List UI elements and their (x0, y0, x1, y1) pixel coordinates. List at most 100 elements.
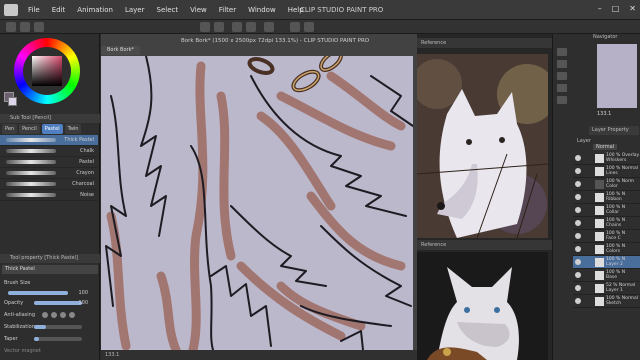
brush-item[interactable]: Pastel (0, 157, 98, 168)
brush-item[interactable]: Crayon (0, 168, 98, 179)
blend-mode-select[interactable]: Normal (593, 144, 618, 150)
visibility-eye-icon[interactable] (575, 168, 581, 174)
opacity-value[interactable]: 100 (78, 298, 88, 308)
panel-toggle-icon[interactable] (557, 84, 567, 92)
wolf-eye (499, 137, 505, 143)
minimize-icon[interactable]: – (598, 4, 602, 13)
panel-toggle-icon[interactable] (557, 48, 567, 56)
visibility-eye-icon[interactable] (575, 220, 581, 226)
subtool-tabs: Pen Pencil Pastel Twin (0, 123, 100, 135)
maximize-icon[interactable]: □ (612, 4, 620, 13)
tab-pen[interactable]: Pen (2, 124, 18, 134)
layer-row[interactable]: 100 % Normal Sketch (573, 295, 640, 308)
snap-icon[interactable] (290, 22, 300, 32)
reference-header-1: Reference (417, 38, 552, 48)
antialias-options[interactable] (42, 312, 75, 318)
reference-image-wolf-render[interactable] (417, 252, 548, 360)
clear-icon[interactable] (232, 22, 242, 32)
tab-pastel[interactable]: Pastel (41, 124, 63, 134)
navigator-thumbnail[interactable] (597, 44, 637, 108)
visibility-eye-icon[interactable] (575, 233, 581, 239)
brush-item[interactable]: Chalk (0, 146, 98, 157)
layer-row[interactable]: 100 % N Layer 2 (573, 256, 640, 269)
navigator-zoom[interactable]: 133.1 (597, 111, 611, 117)
brush-size-label: Brush Size (4, 280, 31, 286)
visibility-eye-icon[interactable] (575, 207, 581, 213)
panel-toggle-icon[interactable] (557, 60, 567, 68)
brush-stroke-preview (6, 182, 56, 186)
menu-filter[interactable]: Filter (213, 6, 242, 14)
brush-item[interactable]: Noise (0, 190, 98, 201)
render-wolf-eye (494, 307, 500, 313)
brush-item[interactable]: Charcoal (0, 179, 98, 190)
close-icon[interactable]: ✕ (629, 4, 636, 13)
new-file-icon[interactable] (6, 22, 16, 32)
color-wheel[interactable] (14, 38, 80, 104)
visibility-eye-icon[interactable] (575, 272, 581, 278)
layer-row[interactable]: 100 % N Ribbon (573, 191, 640, 204)
panel-toggle-icon[interactable] (557, 96, 567, 104)
visibility-eye-icon[interactable] (575, 155, 581, 161)
visibility-eye-icon[interactable] (575, 181, 581, 187)
reference-image-wolf-photo[interactable] (417, 54, 548, 238)
menu-window[interactable]: Window (242, 6, 282, 14)
menu-view[interactable]: View (184, 6, 213, 14)
layer-row[interactable]: 100 % Overlay Whiskers (573, 152, 640, 165)
tab-twin[interactable]: Twin (64, 124, 82, 134)
menu-edit[interactable]: Edit (46, 6, 72, 14)
ruler-icon[interactable] (304, 22, 314, 32)
redo-icon[interactable] (214, 22, 224, 32)
layer-row[interactable]: 100 % N Base (573, 269, 640, 282)
brush-stroke-preview (6, 193, 56, 197)
brush-item[interactable]: Thick Pastel (0, 135, 98, 146)
visibility-eye-icon[interactable] (575, 298, 581, 304)
opacity-slider[interactable] (34, 301, 82, 305)
right-panel: Navigator 133.1 Layer Property Layer Nor… (552, 34, 640, 360)
layer-row[interactable]: 100 % N Collar (573, 204, 640, 217)
layer-row[interactable]: 100 % N Face C (573, 230, 640, 243)
sub-color-swatch[interactable] (8, 97, 17, 106)
taper-slider[interactable] (34, 337, 82, 341)
open-file-icon[interactable] (20, 22, 30, 32)
undo-icon[interactable] (200, 22, 210, 32)
antialias-none-icon[interactable] (42, 312, 48, 318)
stabilization-slider[interactable] (34, 325, 82, 329)
fill-icon[interactable] (246, 22, 256, 32)
antialias-weak-icon[interactable] (51, 312, 57, 318)
menu-file[interactable]: File (22, 6, 46, 14)
taper-label: Taper (4, 336, 18, 342)
tool-property-title: Thick Pastel (2, 265, 98, 274)
layer-row[interactable]: 100 % N Chains (573, 217, 640, 230)
brush-stroke-preview (6, 138, 56, 142)
brush-size-slider[interactable] (8, 291, 68, 295)
visibility-eye-icon[interactable] (575, 246, 581, 252)
saturation-square[interactable] (32, 56, 62, 86)
layer-row[interactable]: 100 % N Colors (573, 243, 640, 256)
menu-animation[interactable]: Animation (71, 6, 119, 14)
canvas-area: Bork Bork* (1500 x 2500px 72dpi 133.1%) … (101, 34, 417, 360)
brush-size-value[interactable]: 100 (78, 288, 88, 298)
opacity-fill (34, 301, 82, 305)
layer-row[interactable]: 100 % Norm Color (573, 178, 640, 191)
antialias-mid-icon[interactable] (60, 312, 66, 318)
tab-pencil[interactable]: Pencil (19, 124, 40, 134)
layer-row[interactable]: 52 % Normal Layer 1 (573, 282, 640, 295)
visibility-eye-icon[interactable] (575, 285, 581, 291)
panel-toggle-icon[interactable] (557, 72, 567, 80)
visibility-eye-icon[interactable] (575, 194, 581, 200)
layer-row[interactable]: 100 % Normal Lines (573, 165, 640, 178)
menu-layer[interactable]: Layer (119, 6, 151, 14)
visibility-eye-icon[interactable] (575, 259, 581, 265)
layer-thumbnail (595, 167, 604, 176)
app-logo-icon (4, 3, 18, 16)
layer-name: 100 % Normal Sketch (606, 296, 639, 306)
brush-size-row: Brush Size (4, 278, 96, 288)
tab-document[interactable]: Bork Bork* (101, 46, 140, 55)
drawing-canvas[interactable] (101, 56, 413, 350)
layer-thumbnail (595, 232, 604, 241)
save-icon[interactable] (34, 22, 44, 32)
layer-thumbnail (595, 154, 604, 163)
menu-select[interactable]: Select (151, 6, 185, 14)
antialias-strong-icon[interactable] (69, 312, 75, 318)
transform-icon[interactable] (264, 22, 274, 32)
